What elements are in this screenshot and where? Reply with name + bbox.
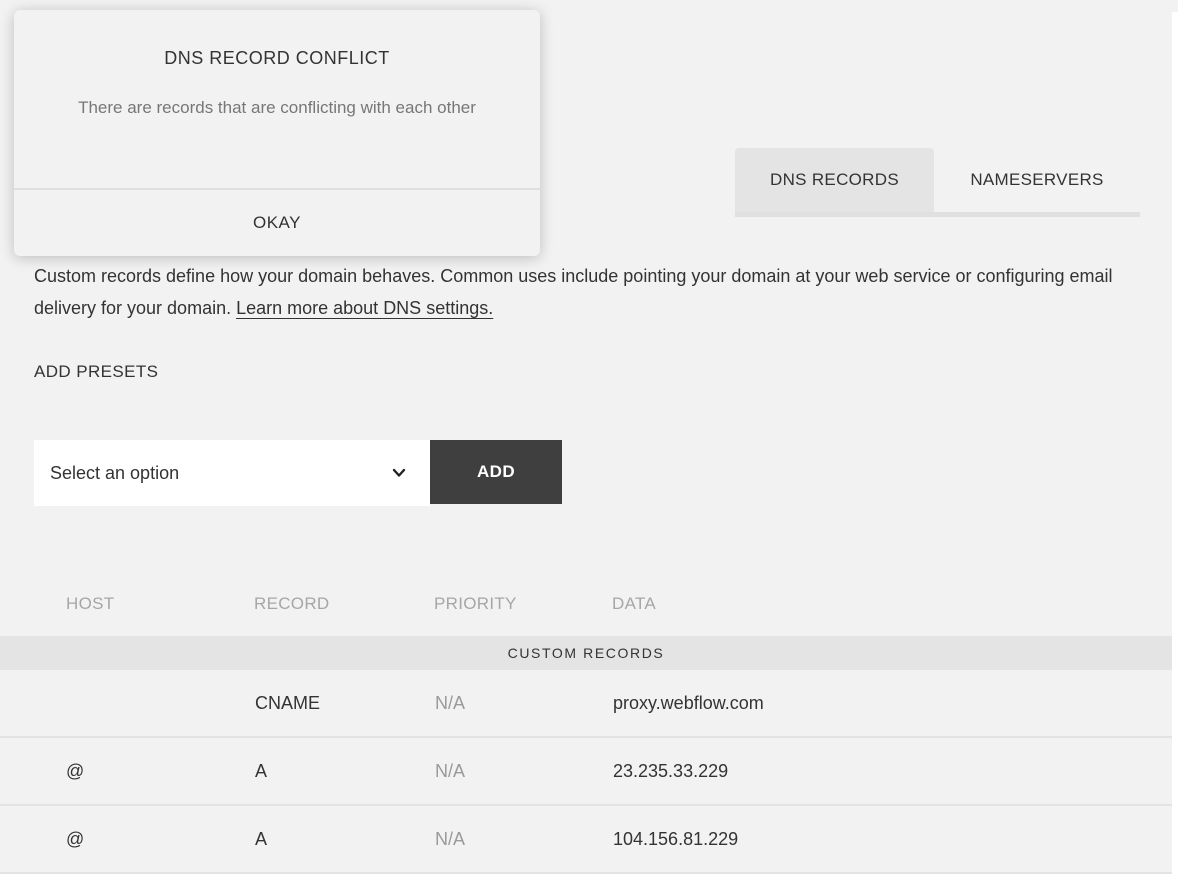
add-presets-heading: ADD PRESETS (34, 362, 159, 381)
dns-tabs: DNS RECORDS NAMESERVERS (735, 148, 1140, 218)
row-priority: N/A (435, 760, 466, 781)
dns-conflict-modal: DNS RECORD CONFLICT There are records th… (14, 10, 540, 256)
row-host: @ (66, 828, 85, 849)
column-header-priority: PRIORITY (434, 594, 517, 613)
row-priority: N/A (435, 692, 466, 713)
chevron-down-icon (392, 468, 406, 477)
row-record: CNAME (255, 692, 321, 713)
add-preset-button[interactable]: ADD (430, 440, 562, 504)
column-header-host: HOST (66, 594, 115, 613)
tab-dns-records[interactable]: DNS RECORDS (735, 148, 934, 212)
modal-title: DNS RECORD CONFLICT (164, 48, 390, 68)
dns-description: Custom records define how your domain be… (34, 260, 1144, 324)
preset-select[interactable]: Select an option (34, 440, 430, 506)
scrollbar-track[interactable] (1172, 12, 1178, 874)
row-data: proxy.webflow.com (613, 692, 764, 713)
tab-nameservers[interactable]: NAMESERVERS (934, 148, 1140, 212)
tabs-underline (735, 212, 1140, 217)
preset-select-value: Select an option (50, 462, 180, 483)
okay-button[interactable]: OKAY (14, 190, 540, 256)
row-record: A (255, 760, 268, 781)
row-record: A (255, 828, 268, 849)
learn-more-link[interactable]: Learn more about DNS settings. (236, 298, 493, 318)
custom-records-label: CUSTOM RECORDS (507, 645, 665, 661)
table-row[interactable]: CNAME N/A proxy.webflow.com (0, 670, 1172, 738)
modal-message: There are records that are conflicting w… (78, 98, 476, 117)
row-priority: N/A (435, 828, 466, 849)
row-data: 104.156.81.229 (613, 828, 739, 849)
column-header-data: DATA (612, 594, 657, 613)
column-header-record: RECORD (254, 594, 330, 613)
description-text: Custom records define how your domain be… (34, 266, 1113, 318)
table-row[interactable]: @ A N/A 23.235.33.229 (0, 738, 1172, 806)
row-data: 23.235.33.229 (613, 760, 729, 781)
custom-records-section-header: CUSTOM RECORDS (0, 636, 1172, 670)
row-host: @ (66, 760, 85, 781)
table-row[interactable]: @ A N/A 104.156.81.229 (0, 806, 1172, 874)
